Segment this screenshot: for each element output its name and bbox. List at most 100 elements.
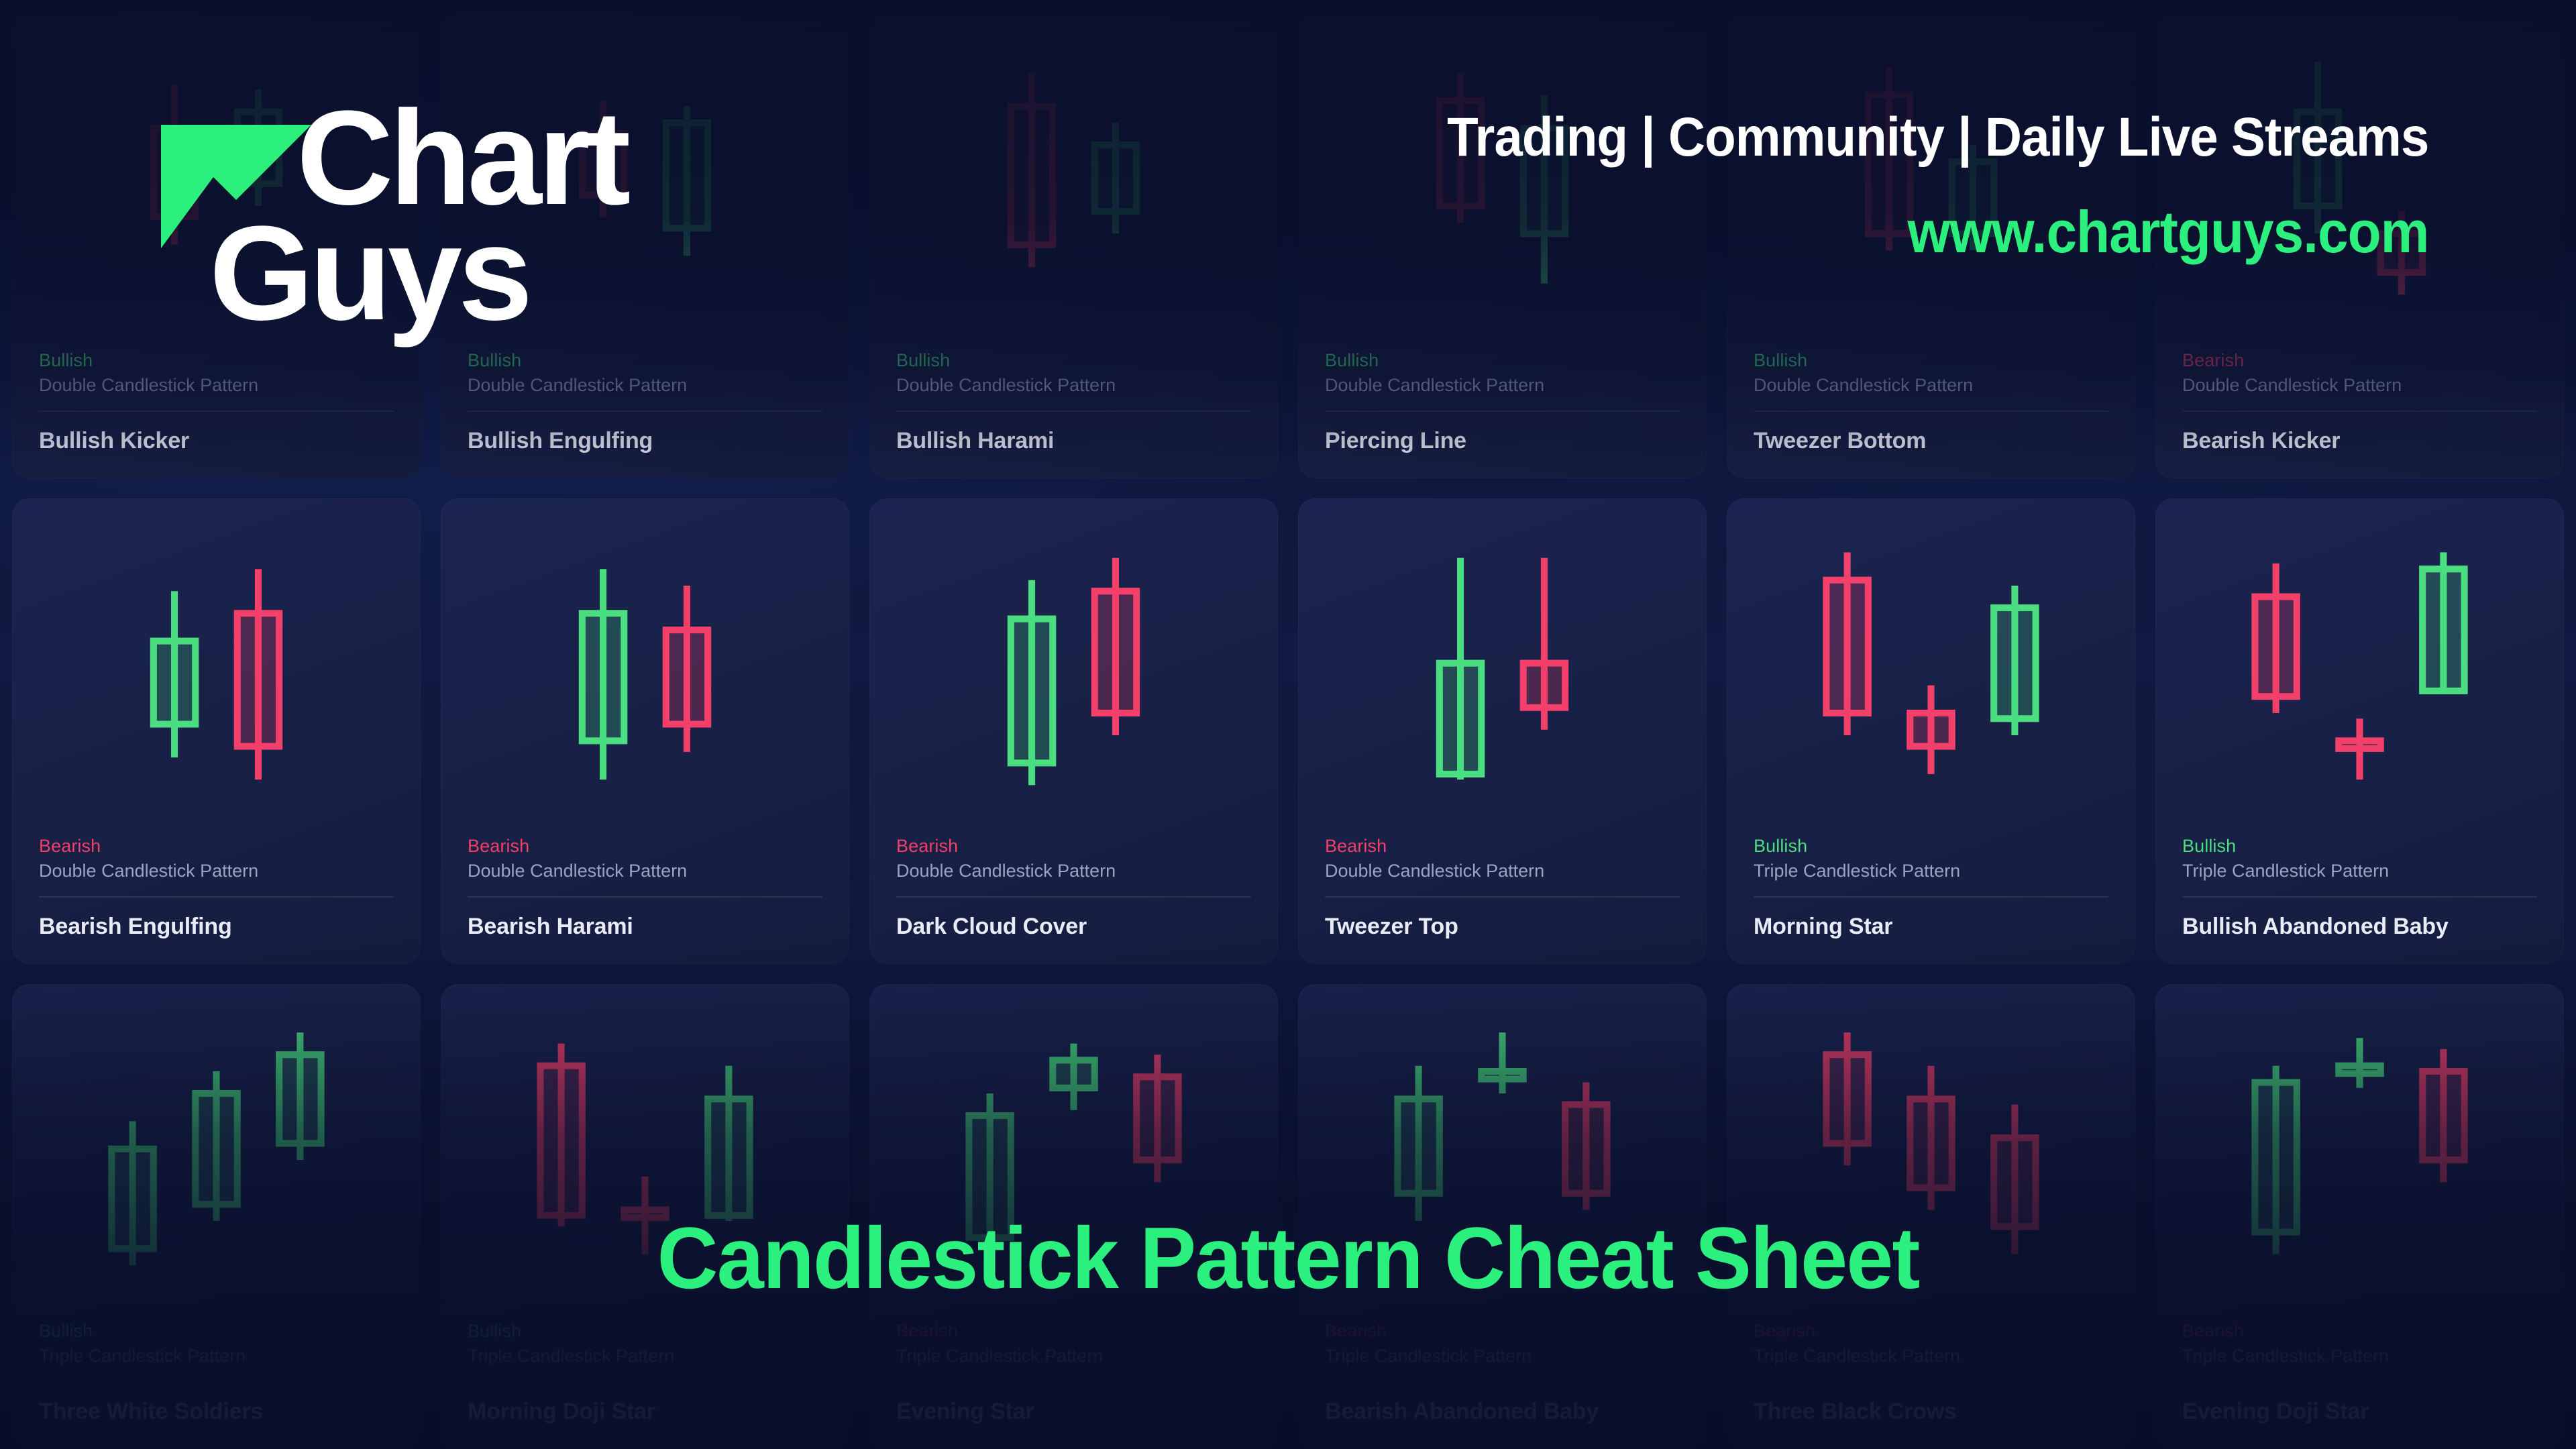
pattern-name-label: Bullish Harami [896,428,1055,454]
pattern-type-label: Triple Candlestick Pattern [1754,861,2108,898]
candles-svg [1394,1032,1611,1221]
sentiment-label: Bearish [896,835,959,856]
candle-body [1907,1095,1955,1191]
sentiment-label: Bullish [1325,350,1379,371]
pattern-card[interactable]: Bearish Double Candlestick Pattern Dark Cl… [869,498,1278,964]
pattern-card[interactable]: Bearish Triple Candlestick Pattern Evening… [869,983,1278,1449]
sentiment-label: Bullish [1754,350,1808,371]
candle-body [578,610,628,745]
candle-body [1519,659,1569,712]
pattern-grid: Bullish Double Candlestick Pattern Bullish… [0,0,2576,1449]
pattern-card[interactable]: Bullish Triple Candlestick Pattern Bullish… [2155,498,2564,964]
pattern-meta: Bullish Triple Candlestick Pattern Morning… [441,1321,849,1449]
candle-body [233,610,283,750]
pattern-card[interactable]: Bullish Double Candlestick Pattern Piercin… [1298,13,1707,479]
candle-body [1007,103,1057,248]
pattern-card[interactable]: Bearish Double Candlestick Pattern Bearish… [441,498,849,964]
pattern-meta: Bullish Double Candlestick Pattern Bullish… [441,350,849,478]
pattern-meta: Bullish Triple Candlestick Pattern Morning… [1727,836,2135,964]
candlestick-chart [12,498,421,835]
candle-body [1049,1057,1098,1091]
pattern-type-label: Triple Candlestick Pattern [2182,1346,2537,1383]
pattern-meta: Bearish Double Candlestick Pattern Tweezer… [1298,836,1707,964]
pattern-card[interactable]: Bullish Triple Candlestick Pattern Three W… [12,983,421,1449]
candlestick-chart [1298,984,1707,1321]
pattern-card[interactable]: Bearish Triple Candlestick Pattern Three B… [1727,983,2135,1449]
pattern-card[interactable]: Bullish Double Candlestick Pattern Tweezer… [1727,13,2135,479]
pattern-type-label: Triple Candlestick Pattern [1754,1346,2108,1383]
pattern-type-label: Triple Candlestick Pattern [468,1346,822,1383]
candle-body [621,1206,669,1221]
pattern-meta: Bullish Triple Candlestick Pattern Three W… [12,1321,421,1449]
sentiment-label: Bearish [2182,1320,2245,1341]
candle-body [1907,710,1955,750]
candle-body [2335,1062,2384,1077]
pattern-meta: Bearish Triple Candlestick Pattern Three B… [1727,1321,2135,1449]
pattern-meta: Bearish Triple Candlestick Pattern Bearish… [1298,1321,1707,1449]
candle-body [1562,1101,1611,1197]
candles-svg [1436,557,1569,780]
pattern-name-label: Bearish Abandoned Baby [1325,1398,1599,1424]
candles-svg [1823,1032,2039,1254]
candle-body [2419,566,2468,695]
candle-body [1948,158,1998,237]
pattern-card[interactable]: Bearish Triple Candlestick Pattern Evening… [2155,983,2564,1449]
candle-body [578,130,628,199]
candles-svg [1823,552,2039,775]
candle-body [1478,1067,1527,1083]
pattern-meta: Bullish Double Candlestick Pattern Tweezer… [1727,350,2135,478]
pattern-name-label: Bullish Kicker [39,428,189,454]
candlestick-chart [1298,13,1707,350]
candles-svg [578,569,712,780]
pattern-card[interactable]: Bearish Double Candlestick Pattern Bearish… [2155,13,2564,479]
pattern-name-label: Piercing Line [1325,428,1466,454]
pattern-type-label: Double Candlestick Pattern [39,375,394,413]
candle-body [192,1089,241,1208]
candle-body [2335,737,2384,753]
candlestick-chart [2155,13,2564,350]
pattern-name-label: Dark Cloud Cover [896,913,1087,939]
pattern-card[interactable]: Bullish Triple Candlestick Pattern Morning… [441,983,849,1449]
pattern-type-label: Double Candlestick Pattern [1325,375,1680,413]
pattern-card[interactable]: Bearish Triple Candlestick Pattern Bearish… [1298,983,1707,1449]
candles-svg [2293,62,2426,295]
candle-body [150,125,199,221]
pattern-card[interactable]: Bullish Triple Candlestick Pattern Morning… [1727,498,2135,964]
sentiment-label: Bearish [39,835,101,856]
pattern-meta: Bullish Triple Candlestick Pattern Bullish… [2155,836,2564,964]
sentiment-label: Bullish [39,1320,93,1341]
candles-svg [537,1043,753,1254]
candle-body [1091,588,1140,717]
sentiment-label: Bullish [39,350,93,371]
pattern-card[interactable]: Bullish Double Candlestick Pattern Bullish… [441,13,849,479]
pattern-name-label: Tweezer Bottom [1754,428,1927,454]
candles-svg [965,1043,1182,1260]
pattern-name-label: Morning Doji Star [468,1398,655,1424]
pattern-meta: Bearish Double Candlestick Pattern Bearish… [12,836,421,964]
pattern-type-label: Triple Candlestick Pattern [1325,1346,1680,1383]
candlestick-chart [441,984,849,1321]
candle-body [2419,1067,2468,1163]
candle-body [662,119,712,232]
pattern-name-label: Three White Soldiers [39,1398,264,1424]
pattern-card[interactable]: Bearish Double Candlestick Pattern Tweezer… [1298,498,1707,964]
pattern-name-label: Bullish Abandoned Baby [2182,913,2449,939]
sentiment-label: Bearish [1325,835,1387,856]
sentiment-label: Bullish [468,350,522,371]
pattern-card[interactable]: Bearish Double Candlestick Pattern Bearish… [12,498,421,964]
candle-body [108,1145,157,1252]
pattern-name-label: Bearish Engulfing [39,913,232,939]
pattern-meta: Bearish Double Candlestick Pattern Bearish… [441,836,849,964]
candles-svg [1007,557,1140,786]
candle-body [1394,1095,1443,1197]
pattern-meta: Bearish Triple Candlestick Pattern Evening… [869,1321,1278,1449]
sentiment-label: Bearish [2182,350,2245,371]
pattern-card[interactable]: Bullish Double Candlestick Pattern Bullish… [869,13,1278,479]
sentiment-label: Bearish [468,835,530,856]
pattern-card[interactable]: Bullish Double Candlestick Pattern Bullish… [12,13,421,479]
pattern-name-label: Bearish Kicker [2182,428,2341,454]
candlestick-chart [12,984,421,1321]
candlestick-chart [2155,984,2564,1321]
candle-body [2251,1079,2300,1236]
pattern-type-label: Double Candlestick Pattern [896,861,1251,898]
